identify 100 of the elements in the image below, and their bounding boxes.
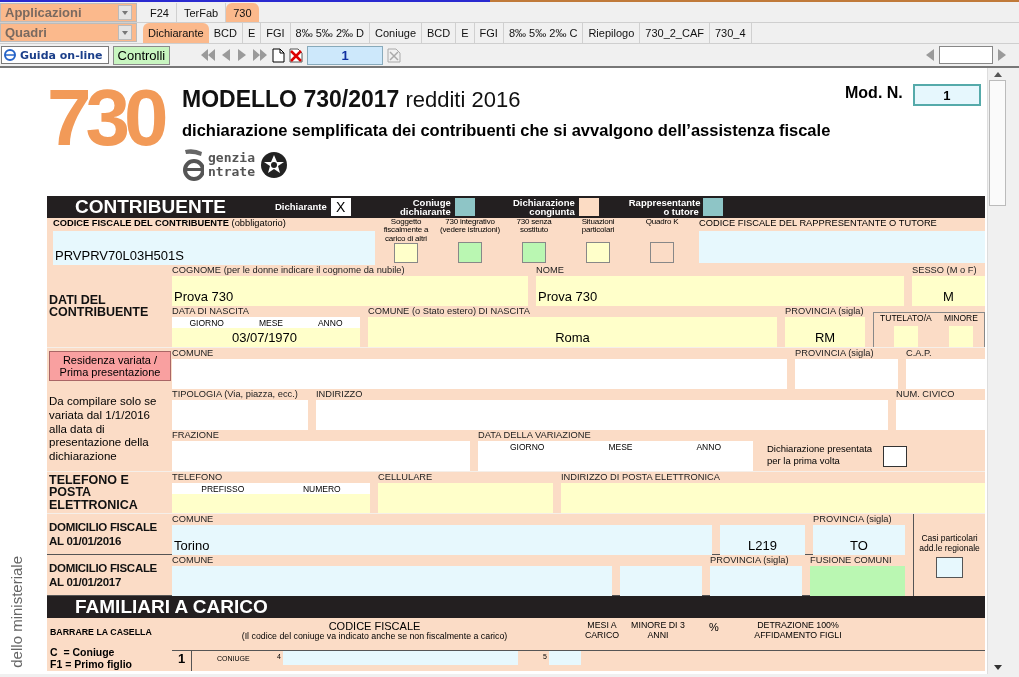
- field-label: PROVINCIA (sigla): [795, 348, 875, 359]
- column-header: BARRARE LA CASELLA: [49, 626, 153, 639]
- field-label: SESSO (M o F): [912, 265, 978, 276]
- emblem-icon: [258, 149, 289, 181]
- input-field[interactable]: [172, 359, 787, 389]
- field-label: PROVINCIA (sigla): [813, 514, 893, 525]
- field-label: DATA DELLA VARIAZIONE: [478, 430, 592, 441]
- checkbox[interactable]: [578, 198, 599, 216]
- scroll-right-icon[interactable]: [997, 48, 1007, 62]
- input-field[interactable]: GIORNO MESE ANNO 03/07/1970: [172, 317, 360, 347]
- field-label: FRAZIONE: [172, 430, 220, 441]
- tab[interactable]: Dichiarante: [143, 23, 209, 43]
- input-field[interactable]: [620, 566, 702, 596]
- field-label: C.A.P.: [906, 348, 933, 359]
- input-field[interactable]: Prova 730: [536, 276, 904, 306]
- input-field[interactable]: [561, 483, 985, 513]
- input-field[interactable]: [548, 651, 581, 665]
- tax-code-field[interactable]: PRVPRV70L03H501S: [53, 231, 375, 265]
- note-text: Da compilare solo se variata dal 1/1/2016 alla data di presentazione della dichiarazione: [49, 395, 158, 464]
- input-field[interactable]: [810, 566, 905, 596]
- controls-button[interactable]: Controlli: [112, 45, 171, 65]
- field-label: INDIRIZZO: [316, 389, 364, 400]
- agency-name: genzia: [208, 150, 255, 165]
- scroll-thumb[interactable]: [989, 80, 1006, 206]
- section-label: DATI DEL CONTRIBUENTE: [49, 293, 150, 319]
- input-field[interactable]: [172, 400, 308, 430]
- column-header: CODICE FISCALE: [328, 620, 421, 632]
- tax-code-field[interactable]: [282, 651, 518, 665]
- field-label: PROVINCIA (sigla): [785, 306, 865, 317]
- checkbox[interactable]: [586, 242, 610, 263]
- new-page-icon[interactable]: [272, 47, 286, 63]
- checkbox[interactable]: [702, 198, 723, 216]
- tab[interactable]: Riepilogo: [583, 23, 641, 43]
- field-value: M: [942, 289, 955, 304]
- input-field[interactable]: PREFISSO NUMERO: [172, 483, 370, 513]
- input-field[interactable]: [172, 441, 470, 471]
- tab[interactable]: FGI: [261, 23, 291, 43]
- input-field[interactable]: Torino: [172, 525, 712, 555]
- section-label: DOMICILIO FISCALE AL 01/01/2017: [49, 560, 158, 590]
- input-field[interactable]: [906, 359, 985, 389]
- checkbox[interactable]: X: [330, 198, 351, 216]
- first-page-icon[interactable]: [200, 48, 217, 62]
- input-field[interactable]: [896, 400, 985, 430]
- checkbox[interactable]: [650, 242, 674, 263]
- text-field[interactable]: [939, 46, 993, 64]
- input-field[interactable]: RM: [785, 317, 865, 347]
- input-field[interactable]: Roma: [368, 317, 777, 347]
- scroll-up-icon[interactable]: [992, 70, 1003, 78]
- role-label: Dichiarazione congiunta: [511, 197, 575, 217]
- previous-page-icon[interactable]: [220, 48, 233, 62]
- tab[interactable]: BCD: [208, 23, 243, 43]
- delete-page-icon[interactable]: [289, 47, 304, 63]
- input-field[interactable]: [172, 566, 612, 596]
- input-field[interactable]: [378, 483, 553, 513]
- checkbox[interactable]: [522, 242, 546, 263]
- field-label: NOME: [536, 265, 565, 276]
- tab[interactable]: E: [242, 23, 262, 43]
- field-label: 730 senza sostituto: [515, 218, 553, 235]
- tax-code-field[interactable]: [699, 231, 985, 263]
- field-label: DATA DI NASCITA: [172, 306, 250, 317]
- tab[interactable]: E: [456, 23, 475, 43]
- help-button[interactable]: Guida on-line: [1, 46, 109, 64]
- input-field[interactable]: [710, 566, 802, 596]
- copy-page-icon[interactable]: [387, 47, 402, 63]
- tab[interactable]: BCD: [422, 23, 457, 43]
- residence-button[interactable]: Residenza variata / Prima presentazione: [49, 351, 171, 381]
- field-label: Dichiarazione presentata per la prima volta: [767, 443, 874, 467]
- field-label: FUSIONE COMUNI: [810, 555, 893, 566]
- input-field[interactable]: M: [912, 276, 985, 306]
- section-label: TELEFONO E POSTA ELETTRONICA: [49, 473, 139, 512]
- input-field[interactable]: TO: [813, 525, 905, 555]
- tab[interactable]: 730: [226, 3, 259, 22]
- scroll-left-icon[interactable]: [925, 48, 935, 62]
- checkbox[interactable]: [454, 198, 475, 216]
- tab[interactable]: Coniuge: [370, 23, 422, 43]
- model-number-field[interactable]: 1: [912, 84, 981, 106]
- legend-text: F1 = Primo figlio: [50, 658, 133, 670]
- scroll-down-icon[interactable]: [992, 664, 1003, 672]
- checkbox[interactable]: [936, 556, 963, 578]
- input-field[interactable]: [316, 400, 888, 430]
- field-value: L219: [747, 538, 778, 553]
- input-field[interactable]: [795, 359, 898, 389]
- checkbox[interactable]: [883, 446, 907, 467]
- field-label: Soggetto fiscalmente a carico di altri: [382, 218, 430, 244]
- input-field[interactable]: GIORNO MESE ANNO: [478, 441, 753, 471]
- checkbox[interactable]: [948, 326, 973, 347]
- checkbox[interactable]: [458, 242, 482, 263]
- input-field[interactable]: L219: [720, 525, 805, 555]
- input-field[interactable]: Prova 730: [172, 276, 528, 306]
- field-label: COMUNE (o Stato estero) DI NASCITA: [368, 306, 532, 317]
- tab[interactable]: 8‰ 5‰ 2‰ D: [290, 23, 371, 43]
- row-number: 1: [172, 651, 192, 671]
- tab[interactable]: 730_2_CAF: [640, 23, 710, 43]
- checkbox[interactable]: [394, 243, 418, 263]
- page-field[interactable]: 1: [307, 45, 384, 65]
- tab[interactable]: 8‰ 5‰ 2‰ C: [503, 23, 584, 43]
- tab[interactable]: FGI: [474, 23, 504, 43]
- tab[interactable]: F24: [143, 3, 177, 22]
- checkbox[interactable]: [893, 326, 918, 347]
- tab[interactable]: 730_4: [710, 23, 752, 43]
